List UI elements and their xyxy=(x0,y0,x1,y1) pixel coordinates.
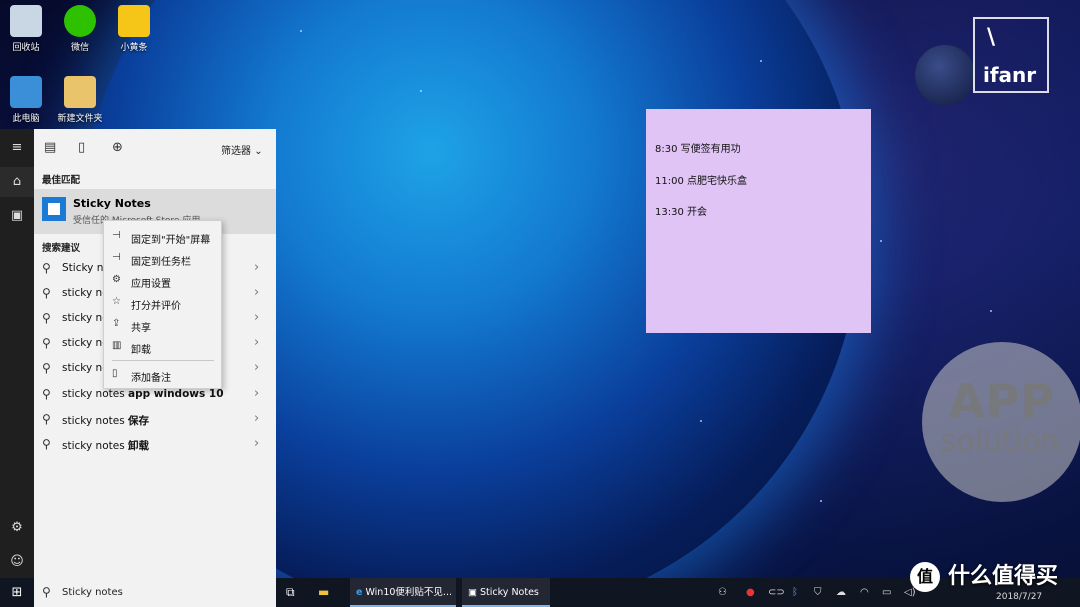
chevron-right-icon: › xyxy=(254,436,260,451)
suggestion-item[interactable]: ⚲ sticky notes 保存 › xyxy=(34,407,276,432)
folder-icon xyxy=(64,76,96,108)
chevron-right-icon: › xyxy=(254,386,260,401)
web-filter-icon[interactable]: ⊕ xyxy=(112,140,123,155)
apps-filter-icon[interactable]: ▤ xyxy=(44,140,56,155)
people-icon[interactable]: ⚇ xyxy=(718,578,727,607)
ifanr-logo: \ ifanr xyxy=(973,17,1049,93)
search-icon: ⚲ xyxy=(42,311,51,325)
battery-icon[interactable]: ▭ xyxy=(882,578,891,607)
brand-watermark: 什么值得买 xyxy=(948,564,1059,589)
feedback-icon[interactable]: ☺ xyxy=(0,547,34,577)
windows-start-icon[interactable]: ⊞ xyxy=(0,578,34,607)
chevron-right-icon: › xyxy=(254,411,260,426)
sticky-notes-app-icon xyxy=(42,197,66,221)
brand-badge-icon: 值 xyxy=(910,562,940,592)
desktop-icon-label: 回收站 xyxy=(12,43,40,53)
menu-item-uninstall[interactable]: ▥ 卸载 xyxy=(104,336,221,358)
bluetooth-icon[interactable]: ᛒ xyxy=(792,578,798,607)
search-box[interactable]: ⚲ Sticky notes xyxy=(34,578,276,607)
chevron-down-icon: ⌄ xyxy=(254,146,263,157)
filter-dropdown[interactable]: 筛选器 ⌄ xyxy=(221,142,263,157)
desktop-icon-this-pc[interactable]: 此电脑 xyxy=(0,76,52,124)
search-icon: ⚲ xyxy=(42,286,51,300)
chevron-right-icon: › xyxy=(254,285,260,300)
search-icon: ⚲ xyxy=(42,361,51,375)
chevron-right-icon: › xyxy=(254,360,260,375)
desktop-icon-label: 微信 xyxy=(70,43,89,53)
menu-item-app-settings[interactable]: ⚙ 应用设置 xyxy=(104,270,221,292)
chevron-right-icon: › xyxy=(254,335,260,350)
cloud-icon[interactable]: ☁ xyxy=(836,578,846,607)
menu-item-rate-review[interactable]: ☆ 打分并评价 xyxy=(104,292,221,314)
logo-text: ifanr xyxy=(983,63,1037,87)
record-icon[interactable]: ● xyxy=(746,578,755,607)
menu-item-pin-taskbar[interactable]: ⊣ 固定到任务栏 xyxy=(104,248,221,270)
desktop-icon-label: 新建文件夹 xyxy=(57,114,103,124)
best-match-title: Sticky Notes xyxy=(73,197,151,210)
wechat-icon xyxy=(64,5,96,37)
search-toolbar: ▤ ▯ ⊕ 筛选器 ⌄ xyxy=(34,129,276,167)
share-icon: ⇪ xyxy=(112,318,121,329)
file-explorer-icon[interactable]: ▬ xyxy=(318,578,340,607)
computer-icon xyxy=(10,76,42,108)
desktop-icon-label: 此电脑 xyxy=(12,114,40,124)
note-line: 8:30 写便签有用功 xyxy=(655,144,741,155)
taskbar-window-edge[interactable]: e Win10便利贴不见... xyxy=(350,578,456,607)
desktop-icon-note-app[interactable]: 小黄条 xyxy=(108,5,160,53)
chevron-right-icon: › xyxy=(254,260,260,275)
suggestions-header: 搜索建议 xyxy=(42,243,81,254)
note-icon: ▯ xyxy=(112,368,118,379)
star-icon: ☆ xyxy=(112,296,121,307)
desktop-icon-label: 小黄条 xyxy=(120,43,148,53)
note-line: 11:00 点肥宅快乐盒 xyxy=(655,176,747,187)
menu-item-add-note[interactable]: ▯ 添加备注 xyxy=(104,364,221,386)
search-icon: ⚲ xyxy=(42,412,51,426)
menu-divider xyxy=(112,360,214,361)
search-icon: ⚲ xyxy=(42,387,51,401)
pin-icon: ⊣ xyxy=(112,252,121,263)
documents-filter-icon[interactable]: ▯ xyxy=(78,140,85,155)
taskbar-window-sticky-notes[interactable]: ▣ Sticky Notes xyxy=(462,578,550,607)
notebook-icon[interactable]: ▣ xyxy=(0,201,34,231)
search-icon: ⚲ xyxy=(42,261,51,275)
edge-browser-icon: e xyxy=(356,587,363,598)
settings-icon[interactable]: ⚙ xyxy=(0,513,34,543)
security-icon[interactable]: ⛉ xyxy=(814,578,822,607)
clock-date[interactable]: 2018/7/27 xyxy=(996,592,1042,602)
best-match-header: 最佳匹配 xyxy=(42,175,81,186)
note-line: 13:30 开会 xyxy=(655,207,707,218)
menu-item-share[interactable]: ⇪ 共享 xyxy=(104,314,221,336)
home-icon[interactable]: ⌂ xyxy=(0,167,34,197)
trash-icon: ▥ xyxy=(112,340,122,351)
sticky-note[interactable]: 8:30 写便签有用功 11:00 点肥宅快乐盒 13:30 开会 xyxy=(646,109,871,333)
pin-icon: ⊣ xyxy=(112,230,121,241)
desktop-icon-wechat[interactable]: 微信 xyxy=(54,5,106,53)
search-icon: ⚲ xyxy=(42,585,51,599)
wifi-icon[interactable]: ◠ xyxy=(860,578,869,607)
search-query: Sticky notes xyxy=(62,587,123,598)
desktop-icon-new-folder[interactable]: 新建文件夹 xyxy=(54,76,106,124)
wallpaper-moon xyxy=(915,45,975,105)
start-menu-rail: ≡ ⌂ ▣ ⚙ ☺ xyxy=(0,129,34,578)
suggestion-item[interactable]: ⚲ sticky notes 卸载 › xyxy=(34,432,276,457)
desktop-icon-recycle-bin[interactable]: 回收站 xyxy=(0,5,52,53)
link-icon[interactable]: ⊂⊃ xyxy=(768,578,785,607)
menu-item-pin-start[interactable]: ⊣ 固定到"开始"屏幕 xyxy=(104,226,221,248)
chevron-right-icon: › xyxy=(254,310,260,325)
context-menu: ⊣ 固定到"开始"屏幕 ⊣ 固定到任务栏 ⚙ 应用设置 ☆ 打分并评价 ⇪ 共享 ▥ 卸载 … xyxy=(103,220,222,389)
search-icon: ⚲ xyxy=(42,437,51,451)
app-solution-watermark: APP solution xyxy=(922,342,1080,502)
search-icon: ⚲ xyxy=(42,336,51,350)
hamburger-icon[interactable]: ≡ xyxy=(0,133,34,163)
recycle-bin-icon xyxy=(10,5,42,37)
note-app-icon xyxy=(118,5,150,37)
gear-icon: ⚙ xyxy=(112,274,121,285)
sticky-notes-icon: ▣ xyxy=(468,587,477,598)
task-view-icon[interactable]: ⧉ xyxy=(286,578,295,607)
